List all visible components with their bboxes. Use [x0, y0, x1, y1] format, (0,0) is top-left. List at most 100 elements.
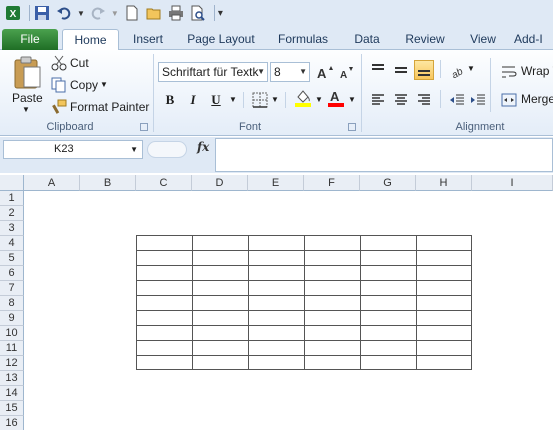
row-header[interactable]: 5	[0, 251, 24, 266]
chevron-down-icon[interactable]: ▼	[299, 63, 307, 81]
chevron-down-icon[interactable]: ▼	[130, 141, 138, 158]
tab-page-layout[interactable]: Page Layout	[182, 29, 260, 50]
redo-dropdown-icon[interactable]: ▼	[111, 9, 119, 18]
align-top-icon[interactable]	[368, 60, 388, 80]
column-header[interactable]: G	[360, 175, 416, 191]
shrink-font-icon[interactable]: A	[337, 62, 357, 82]
row-header[interactable]: 14	[0, 386, 24, 401]
paste-dropdown-icon[interactable]: ▼	[22, 105, 30, 114]
row-header[interactable]: 6	[0, 266, 24, 281]
borders-dropdown-icon[interactable]: ▼	[271, 95, 279, 104]
row-header[interactable]: 4	[0, 236, 24, 251]
save-icon[interactable]	[33, 4, 51, 22]
row-header[interactable]: 2	[0, 206, 24, 221]
wrap-text-icon[interactable]	[500, 62, 518, 82]
print-preview-icon[interactable]	[189, 4, 207, 22]
column-header[interactable]: A	[24, 175, 80, 191]
align-middle-icon[interactable]	[391, 60, 411, 80]
increase-indent-icon[interactable]	[468, 90, 488, 110]
paste-label[interactable]: Paste	[12, 91, 43, 105]
decrease-indent-icon[interactable]	[447, 90, 467, 110]
undo-dropdown-icon[interactable]: ▼	[77, 9, 85, 18]
font-launcher-icon[interactable]	[348, 123, 356, 131]
italic-button[interactable]: I	[183, 90, 203, 110]
column-header[interactable]: C	[136, 175, 192, 191]
font-color-dropdown-icon[interactable]: ▼	[348, 95, 356, 104]
align-right-icon[interactable]	[414, 90, 434, 110]
row-header[interactable]: 9	[0, 311, 24, 326]
cut-icon[interactable]	[50, 54, 68, 72]
font-size-value: 8	[274, 65, 281, 79]
formula-bar-controls	[147, 141, 187, 158]
format-painter-icon[interactable]	[50, 98, 68, 116]
open-icon[interactable]	[145, 4, 163, 22]
select-all-corner[interactable]	[0, 175, 24, 191]
font-size-combo[interactable]: 8 ▼	[270, 62, 310, 82]
paste-icon[interactable]	[10, 54, 44, 92]
orientation-dropdown-icon[interactable]: ▼	[467, 64, 475, 73]
tab-home[interactable]: Home	[62, 29, 119, 51]
tab-formulas[interactable]: Formulas	[272, 29, 334, 50]
align-center-icon[interactable]	[391, 90, 411, 110]
insert-function-icon[interactable]: fx	[197, 140, 209, 154]
svg-text:A: A	[340, 70, 347, 80]
name-box[interactable]: K23 ▼	[3, 140, 143, 159]
tab-data[interactable]: Data	[346, 29, 388, 50]
copy-label[interactable]: Copy	[70, 78, 98, 92]
align-left-icon[interactable]	[368, 90, 388, 110]
bold-button[interactable]: B	[160, 90, 180, 110]
row-header[interactable]: 10	[0, 326, 24, 341]
underline-dropdown-icon[interactable]: ▼	[229, 95, 237, 104]
fill-color-dropdown-icon[interactable]: ▼	[315, 95, 323, 104]
column-header[interactable]: E	[248, 175, 304, 191]
row-header[interactable]: 3	[0, 221, 24, 236]
tab-file[interactable]: File	[2, 29, 58, 50]
cell-border-line	[137, 295, 471, 296]
underline-button[interactable]: U	[206, 90, 226, 110]
worksheet-grid[interactable]: ABCDEFGHI 1 2 3 4 5 6 7 8 9 10 11 12 13 14 15 16	[0, 175, 553, 430]
customize-icon[interactable]: ▾	[218, 8, 223, 19]
chevron-down-icon[interactable]: ▼	[257, 63, 265, 81]
row-header[interactable]: 11	[0, 341, 24, 356]
copy-icon[interactable]	[50, 76, 68, 94]
format-painter-label[interactable]: Format Painter	[70, 100, 149, 114]
row-header[interactable]: 15	[0, 401, 24, 416]
column-header[interactable]: F	[304, 175, 360, 191]
align-bottom-icon[interactable]	[414, 60, 434, 80]
row-header[interactable]: 16	[0, 416, 24, 430]
clipboard-launcher-icon[interactable]	[140, 123, 148, 131]
row-header[interactable]: 13	[0, 371, 24, 386]
new-icon[interactable]	[123, 4, 141, 22]
column-header[interactable]: B	[80, 175, 136, 191]
tab-review[interactable]: Review	[398, 29, 452, 50]
excel-logo-icon[interactable]: X	[4, 4, 22, 22]
redo-icon[interactable]	[89, 4, 107, 22]
row-header[interactable]: 7	[0, 281, 24, 296]
column-header[interactable]: D	[192, 175, 248, 191]
row-header[interactable]: 8	[0, 296, 24, 311]
font-color-icon[interactable]: A	[326, 88, 346, 108]
svg-text:ab: ab	[450, 66, 465, 78]
bordered-cell-range[interactable]	[136, 235, 472, 370]
row-header[interactable]: 12	[0, 356, 24, 371]
row-header[interactable]: 1	[0, 191, 24, 206]
wrap-text-label[interactable]: Wrap T	[521, 64, 553, 78]
cut-label[interactable]: Cut	[70, 56, 89, 70]
column-header[interactable]: I	[472, 175, 553, 191]
tab-insert[interactable]: Insert	[124, 29, 172, 50]
column-header[interactable]: H	[416, 175, 472, 191]
formula-input[interactable]	[215, 138, 553, 172]
tab-add-ins[interactable]: Add-I	[514, 29, 553, 50]
tab-view[interactable]: View	[462, 29, 504, 50]
copy-dropdown-icon[interactable]: ▼	[100, 80, 108, 89]
undo-icon[interactable]	[55, 4, 73, 22]
merge-center-icon[interactable]	[500, 90, 518, 110]
font-name-combo[interactable]: Schriftart für Textk ▼	[158, 62, 268, 82]
orientation-icon[interactable]: ab	[447, 60, 467, 80]
grow-font-icon[interactable]: A	[315, 62, 335, 82]
borders-icon[interactable]	[250, 90, 270, 110]
merge-center-label[interactable]: Merge	[521, 92, 553, 106]
print-icon[interactable]	[167, 4, 185, 22]
alignment-separator	[440, 90, 441, 108]
fill-color-icon[interactable]	[293, 88, 313, 108]
